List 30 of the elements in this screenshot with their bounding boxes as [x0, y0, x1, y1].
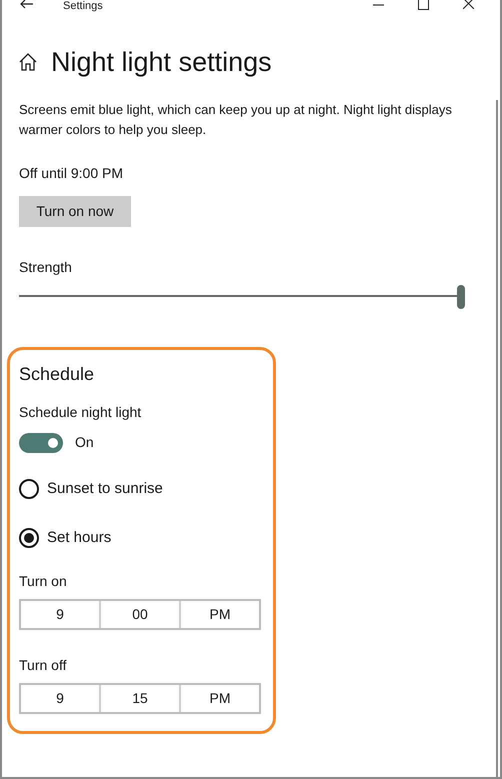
period-field[interactable]: PM [181, 685, 259, 712]
toggle-state: On [75, 433, 94, 452]
strength-label: Strength [19, 258, 73, 277]
toggle-label: Schedule night light [19, 403, 142, 421]
time-picker[interactable]: 9 15 PM [19, 683, 261, 714]
radio-button[interactable] [19, 528, 39, 548]
scrollbar[interactable] [496, 100, 498, 777]
page-title: Night light settings [51, 46, 272, 78]
radio-button[interactable] [19, 479, 39, 499]
radio-label[interactable]: Set hours [47, 526, 112, 550]
maximize-icon[interactable] [418, 0, 429, 10]
description-text: Screens emit blue light, which can keep you up at night. Night light displays warmer colors to help you sleep. [19, 101, 453, 139]
minute-field[interactable]: 00 [101, 601, 179, 628]
time-label: Turn on [19, 572, 68, 590]
time-label: Turn off [19, 656, 68, 674]
strength-slider[interactable] [19, 285, 465, 309]
home-icon[interactable] [19, 53, 37, 71]
hour-field[interactable]: 9 [21, 601, 99, 628]
status-text: Off until 9:00 PM [19, 164, 124, 183]
period-field[interactable]: PM [181, 601, 259, 628]
radio-label[interactable]: Sunset to sunrise [47, 478, 163, 500]
hour-field[interactable]: 9 [21, 685, 99, 712]
back-arrow-icon[interactable] [20, 0, 34, 10]
toggle-switch[interactable] [19, 432, 63, 452]
window-title: Settings [63, 0, 103, 13]
section-title: Schedule [19, 363, 96, 386]
close-icon[interactable] [463, 0, 474, 9]
turn-on-now-button[interactable]: Turn on now [19, 196, 131, 227]
minute-field[interactable]: 15 [101, 685, 179, 712]
time-picker[interactable]: 9 00 PM [19, 599, 261, 630]
